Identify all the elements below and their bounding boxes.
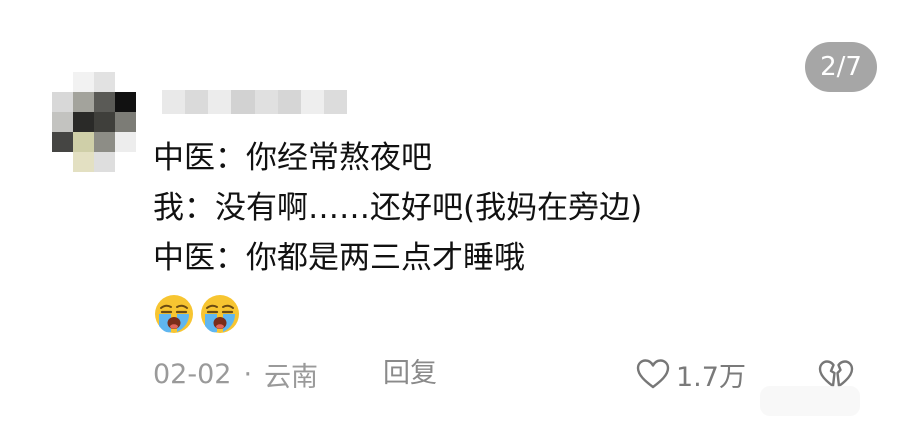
like-count: 1.7万	[676, 361, 746, 393]
comment-line: 中医：你经常熬夜吧	[153, 140, 432, 176]
heart-outline-icon	[636, 359, 670, 389]
loudly-crying-face-icon	[201, 295, 239, 333]
emoji-row	[153, 293, 793, 335]
loudly-crying-face-icon	[155, 295, 193, 333]
comment-date: 02-02	[153, 358, 232, 390]
comment-body: 中医：你经常熬夜吧 我：没有啊……还好吧(我妈在旁边) 中医：你都是两三点才睡哦	[153, 133, 793, 335]
avatar[interactable]	[52, 72, 136, 172]
reply-button[interactable]: 回复	[383, 352, 437, 396]
meta-separator: ·	[243, 358, 253, 390]
comment-line: 我：没有啊……还好吧(我妈在旁边)	[153, 190, 643, 226]
pager-label: 2/7	[820, 52, 862, 82]
comment-line: 中医：你都是两三点才睡哦	[153, 240, 525, 276]
watermark	[760, 386, 860, 416]
image-pager-badge: 2/7	[805, 42, 877, 92]
like-button[interactable]: 1.7万	[636, 350, 746, 398]
username-redacted[interactable]	[162, 90, 347, 114]
comment-location: 云南	[264, 361, 319, 393]
comment-meta: 02-02 · 云南	[153, 352, 318, 396]
